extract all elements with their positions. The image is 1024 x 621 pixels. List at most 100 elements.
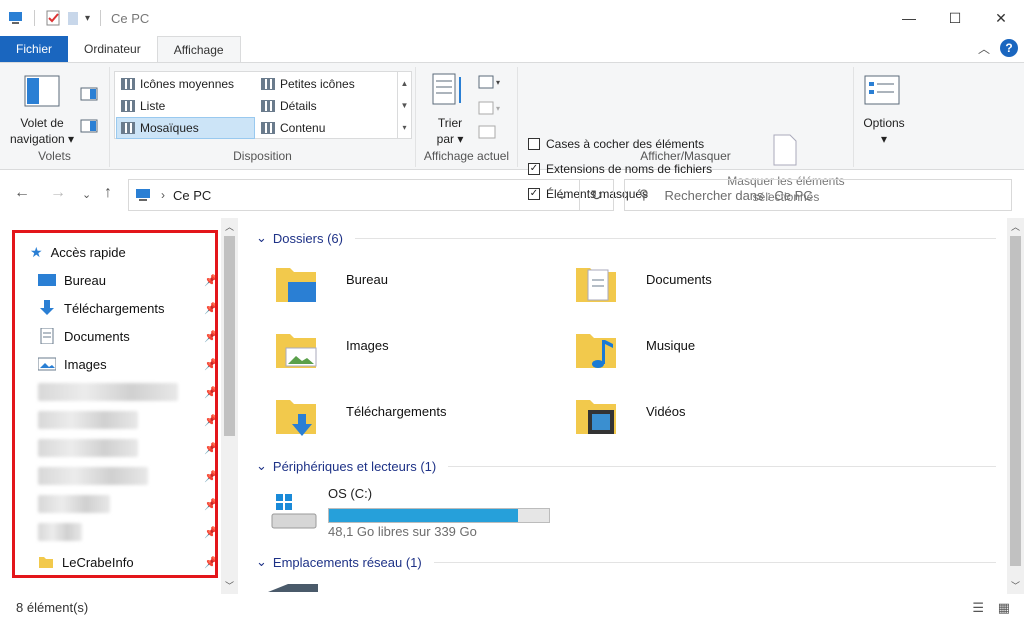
sort-by-button[interactable]: Trier par ▾ (422, 115, 478, 147)
size-columns-icon[interactable] (478, 125, 496, 139)
nav-scroll-thumb[interactable] (224, 236, 235, 436)
add-columns-icon[interactable]: ▾ (478, 101, 504, 115)
group-affichage-actuel: Trier par ▾ ▾ ▾ Affichage actuel (416, 67, 518, 167)
group-volets: Volet de navigation ▾ Volets (0, 67, 110, 167)
section-title: Dossiers (6) (272, 230, 343, 246)
section-devices[interactable]: ⌄ Périphériques et lecteurs (1) (256, 458, 996, 474)
navigation-pane-button[interactable]: Volet de navigation ▾ (6, 115, 78, 147)
qat-divider (34, 10, 35, 26)
properties-icon[interactable] (45, 10, 61, 26)
layout-details[interactable]: Détails (257, 95, 395, 117)
forward-arrow-icon[interactable]: → (50, 184, 66, 202)
close-button[interactable]: ✕ (978, 0, 1024, 36)
sort-by-label-1: Trier (437, 116, 463, 130)
details-view-icon[interactable]: ☰ (972, 600, 984, 616)
section-divider (433, 561, 996, 563)
new-folder-icon[interactable] (67, 10, 79, 26)
search-input[interactable]: ⚲ Rechercher dans : Ce PC (624, 179, 1012, 211)
navigation-pane-label-1: Volet de (20, 116, 64, 130)
options-button[interactable]: Options ▾ (854, 115, 914, 147)
navigation-pane-label-2: navigation (9, 132, 65, 146)
minimize-button[interactable]: — (886, 0, 932, 36)
checkbox-unchecked[interactable] (528, 138, 540, 150)
scroll-down-icon[interactable]: ﹀ (1011, 579, 1020, 592)
drive-free-space: 48,1 Go libres sur 339 Go (328, 524, 477, 539)
main-content: ⌄ Dossiers (6) Bureau Documents Images M… (240, 218, 1024, 594)
nav-scrollbar[interactable]: ︿ ﹀ (221, 218, 238, 594)
drive-usage-fill (329, 509, 518, 522)
layout-tiles[interactable]: Mosaïques (116, 117, 255, 139)
search-placeholder: Rechercher dans : Ce PC (664, 187, 813, 203)
scroll-down-icon[interactable]: ▼ (401, 101, 409, 110)
layout-small-icons[interactable]: Petites icônes (257, 73, 395, 95)
recent-locations-icon[interactable]: ⌄ (82, 188, 91, 201)
layout-medium-icons[interactable]: Icônes moyennes (117, 73, 255, 95)
scroll-up-icon[interactable]: ▲ (401, 79, 409, 88)
checkbox-label: Cases à cocher des éléments (546, 137, 705, 151)
layout-list[interactable]: Liste (117, 95, 255, 117)
navigation-pane: ★ Accès rapide Bureau 📌 Téléchargements … (0, 218, 240, 594)
maximize-button[interactable]: ☐ (932, 0, 978, 36)
folder-tile-images[interactable]: Images (274, 328, 574, 388)
folder-tile-telechargements[interactable]: Téléchargements (274, 394, 574, 454)
tab-affichage[interactable]: Affichage (156, 36, 241, 62)
scroll-down-icon[interactable]: ﹀ (225, 579, 234, 592)
quick-access-toolbar: ▾ (8, 10, 105, 26)
drive-name: OS (C:) (328, 486, 373, 501)
preview-pane-icon[interactable] (80, 87, 98, 101)
address-dropdown-icon[interactable]: ⌄ (557, 188, 567, 202)
drive-usage-bar (328, 508, 550, 523)
section-title: Périphériques et lecteurs (1) (272, 458, 437, 474)
checkbox-item-checkboxes[interactable]: Cases à cocher des éléments (528, 137, 704, 151)
main-scroll-thumb[interactable] (1010, 236, 1021, 566)
scroll-up-icon[interactable]: ︿ (1011, 220, 1020, 233)
content-icon (261, 122, 275, 134)
address-bar[interactable]: › Ce PC ⌄ ↻ (128, 179, 614, 211)
tab-fichier[interactable]: Fichier (0, 36, 69, 62)
title-bar: ▾ Ce PC — ☐ ✕ (0, 0, 1024, 36)
folder-tile-videos[interactable]: Vidéos (574, 394, 874, 454)
navigation-pane-icon (24, 75, 60, 107)
layout-label: Détails (280, 99, 317, 113)
network-location-icon (268, 584, 318, 592)
back-arrow-icon[interactable]: ← (14, 184, 30, 202)
svg-text:▾: ▾ (496, 78, 500, 87)
up-arrow-icon[interactable]: ↑ (104, 184, 112, 202)
group-by-icon[interactable]: ▾ (478, 75, 504, 89)
folder-tile-musique[interactable]: Musique (574, 328, 874, 388)
tab-ordinateur[interactable]: Ordinateur (68, 36, 157, 62)
layout-gallery-scroll[interactable]: ▲ ▼ ▾ (397, 72, 411, 138)
search-icon: ⚲ (639, 187, 649, 202)
section-folders[interactable]: ⌄ Dossiers (6) (256, 230, 996, 246)
qat-dropdown-icon[interactable]: ▾ (85, 13, 90, 24)
sort-by-icon (432, 73, 461, 105)
folder-tile-bureau[interactable]: Bureau (274, 262, 574, 322)
group-afficher-masquer: Afficher/Masquer (518, 67, 854, 167)
refresh-icon[interactable]: ↻ (579, 180, 613, 210)
folder-name: Images (346, 338, 389, 353)
group-label-disposition: Disposition (233, 149, 292, 163)
layout-label: Icônes moyennes (140, 77, 235, 91)
sort-by-label-2: par (436, 132, 454, 146)
section-divider (354, 237, 996, 239)
expand-gallery-icon[interactable]: ▾ (402, 123, 406, 132)
section-network[interactable]: ⌄ Emplacements réseau (1) (256, 554, 996, 570)
chevron-down-icon: ⌄ (256, 458, 267, 473)
address-row: ← → ⌄ ↑ › Ce PC ⌄ ↻ ⚲ Rechercher dans : … (0, 170, 1024, 218)
layout-gallery: Icônes moyennes Petites icônes Liste Dét… (114, 71, 412, 139)
folder-tile-documents[interactable]: Documents (574, 262, 874, 322)
computer-icon[interactable] (8, 11, 24, 25)
item-count: 8 élément(s) (16, 600, 89, 615)
help-icon[interactable]: ? (1000, 39, 1018, 57)
breadcrumb-current[interactable]: Ce PC (173, 188, 211, 203)
options-icon (864, 75, 900, 105)
ribbon-right-controls: ︿ ? (978, 39, 1018, 57)
collapse-ribbon-icon[interactable]: ︿ (978, 40, 990, 57)
details-pane-icon[interactable] (80, 119, 98, 133)
scroll-up-icon[interactable]: ︿ (225, 220, 234, 233)
main-scrollbar[interactable]: ︿ ﹀ (1007, 218, 1024, 594)
group-label-volets: Volets (38, 149, 71, 163)
layout-content[interactable]: Contenu (257, 117, 395, 139)
music-folder-icon (576, 334, 616, 368)
large-icons-view-icon[interactable]: ▦ (998, 600, 1010, 616)
